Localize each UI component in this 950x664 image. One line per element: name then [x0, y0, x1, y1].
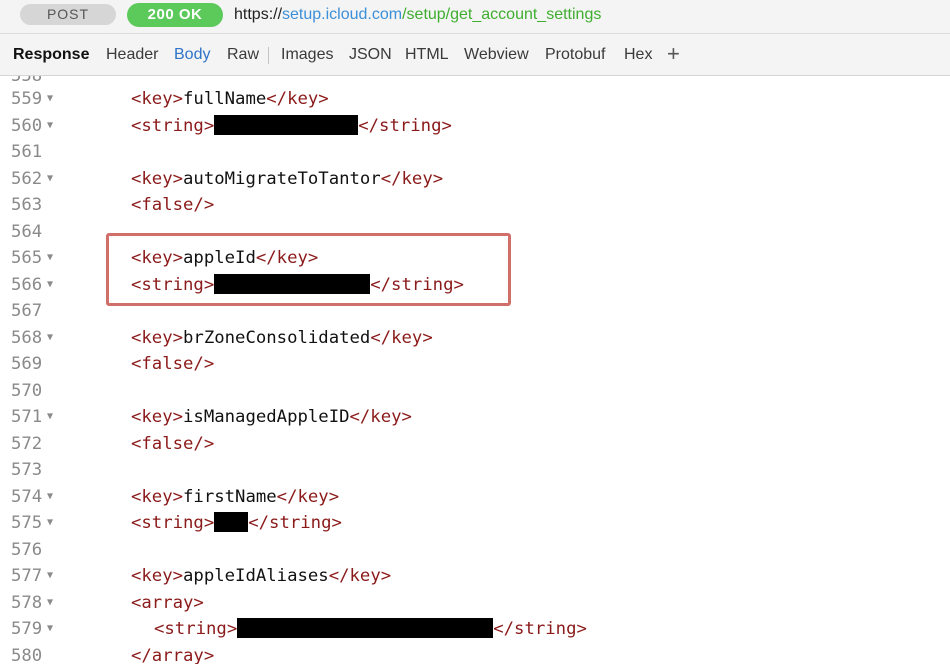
fold-triangle-icon[interactable]: ▼: [47, 404, 53, 430]
code-line: 576: [0, 537, 950, 564]
response-tab-bar: Response Header Body Raw Images JSON HTM…: [0, 34, 950, 76]
line-number: 568: [11, 327, 43, 348]
line-number: 569: [11, 354, 43, 374]
code-content: </array>: [131, 645, 215, 664]
line-number: 578: [11, 592, 43, 613]
tab-response-label: Response: [13, 46, 90, 63]
fold-triangle-icon[interactable]: ▼: [47, 590, 53, 616]
url-host: setup.icloud.com: [282, 6, 403, 23]
request-url[interactable]: https://setup.icloud.com/setup/get_accou…: [234, 5, 601, 25]
line-number: 561: [11, 142, 43, 162]
fold-triangle-icon[interactable]: ▼: [47, 563, 53, 589]
line-number: 579: [11, 619, 43, 639]
code-content: <string> </string>: [131, 114, 452, 136]
add-tab-icon[interactable]: +: [667, 42, 680, 66]
highlight-annotation-box: [106, 233, 511, 306]
tab-header[interactable]: Header: [106, 45, 158, 65]
tab-webview[interactable]: Webview: [464, 45, 529, 65]
tab-divider: [268, 47, 269, 64]
code-line: 559 ▼ <key>fullName</key>: [0, 86, 950, 113]
tab-html[interactable]: HTML: [405, 45, 449, 65]
code-content: <string> </string>: [154, 618, 587, 639]
tab-body[interactable]: Body: [174, 45, 210, 65]
fold-triangle-icon[interactable]: ▼: [47, 510, 53, 536]
code-content: <key>fullName</key>: [131, 89, 329, 109]
line-number: 580: [11, 645, 43, 664]
redacted-value: [237, 618, 494, 638]
line-number: 573: [11, 460, 43, 480]
code-content: <false/>: [131, 354, 215, 374]
code-content: <array>: [131, 592, 204, 613]
line-number: 562: [11, 168, 43, 189]
code-line: 560 ▼ <string> </string>: [0, 113, 950, 140]
code-line: 561: [0, 139, 950, 166]
code-line: 568 ▼ <key>brZoneConsolidated</key>: [0, 325, 950, 352]
line-number: 565: [11, 248, 43, 268]
code-content: <key>isManagedAppleID</key>: [131, 407, 412, 427]
line-number: 567: [11, 301, 43, 321]
code-line: 578 ▼ <array>: [0, 590, 950, 617]
tab-hex[interactable]: Hex: [624, 45, 652, 65]
code-line: 571 ▼ <key>isManagedAppleID</key>: [0, 404, 950, 431]
tab-json[interactable]: JSON: [349, 45, 392, 65]
fold-triangle-icon[interactable]: ▼: [47, 245, 53, 271]
fold-triangle-icon[interactable]: ▼: [47, 325, 53, 351]
method-badge: POST: [20, 4, 116, 25]
line-number: 574: [11, 486, 43, 507]
line-number: 564: [11, 221, 43, 242]
line-number: 571: [11, 407, 43, 427]
line-number: 566: [11, 274, 43, 295]
tab-raw[interactable]: Raw: [227, 45, 259, 65]
tab-images[interactable]: Images: [281, 45, 333, 65]
code-content: <key>brZoneConsolidated</key>: [131, 327, 433, 348]
line-number: 575: [11, 513, 43, 533]
redacted-value: [214, 512, 249, 532]
line-number: 559: [11, 89, 43, 109]
code-content: <string> </string>: [131, 512, 342, 533]
line-number: 576: [11, 539, 43, 560]
code-content: <key>appleIdAliases</key>: [131, 566, 392, 586]
code-line: 573: [0, 457, 950, 484]
code-line: 570: [0, 378, 950, 405]
code-content: <key>firstName</key>: [131, 486, 340, 507]
line-number: 572: [11, 433, 43, 454]
line-number: 577: [11, 566, 43, 586]
code-line: 574 ▼ <key>firstName</key>: [0, 484, 950, 511]
code-line: 563 <false/>: [0, 192, 950, 219]
code-line: 579 ▼ <string> </string>: [0, 616, 950, 643]
code-line: 575 ▼ <string> </string>: [0, 510, 950, 537]
xml-body-viewer[interactable]: 558 559 ▼ <key>fullName</key> 560 ▼ <str…: [0, 76, 950, 664]
code-line: 569 <false/>: [0, 351, 950, 378]
request-bar: POST 200 OK https://setup.icloud.com/set…: [0, 0, 950, 34]
fold-triangle-icon[interactable]: ▼: [47, 113, 53, 139]
code-line: 577 ▼ <key>appleIdAliases</key>: [0, 563, 950, 590]
code-line: 580 </array>: [0, 643, 950, 664]
code-line: 562 ▼ <key>autoMigrateToTantor</key>: [0, 166, 950, 193]
fold-triangle-icon[interactable]: ▼: [47, 616, 53, 642]
fold-triangle-icon[interactable]: ▼: [47, 166, 53, 192]
code-content: <false/>: [131, 195, 215, 215]
line-number: 570: [11, 380, 43, 401]
fold-triangle-icon[interactable]: ▼: [47, 272, 53, 298]
url-path: /setup/get_account_settings: [402, 6, 602, 23]
fold-triangle-icon[interactable]: ▼: [47, 86, 53, 112]
code-line: 572 <false/>: [0, 431, 950, 458]
url-scheme: https://: [234, 6, 283, 23]
tab-protobuf[interactable]: Protobuf: [545, 45, 605, 65]
status-badge: 200 OK: [127, 3, 223, 27]
redacted-value: [214, 114, 359, 135]
code-content: <false/>: [131, 433, 215, 454]
line-number: 563: [11, 195, 43, 215]
fold-triangle-icon[interactable]: ▼: [47, 484, 53, 510]
code-content: <key>autoMigrateToTantor</key>: [131, 168, 444, 189]
line-number: 560: [11, 115, 43, 136]
